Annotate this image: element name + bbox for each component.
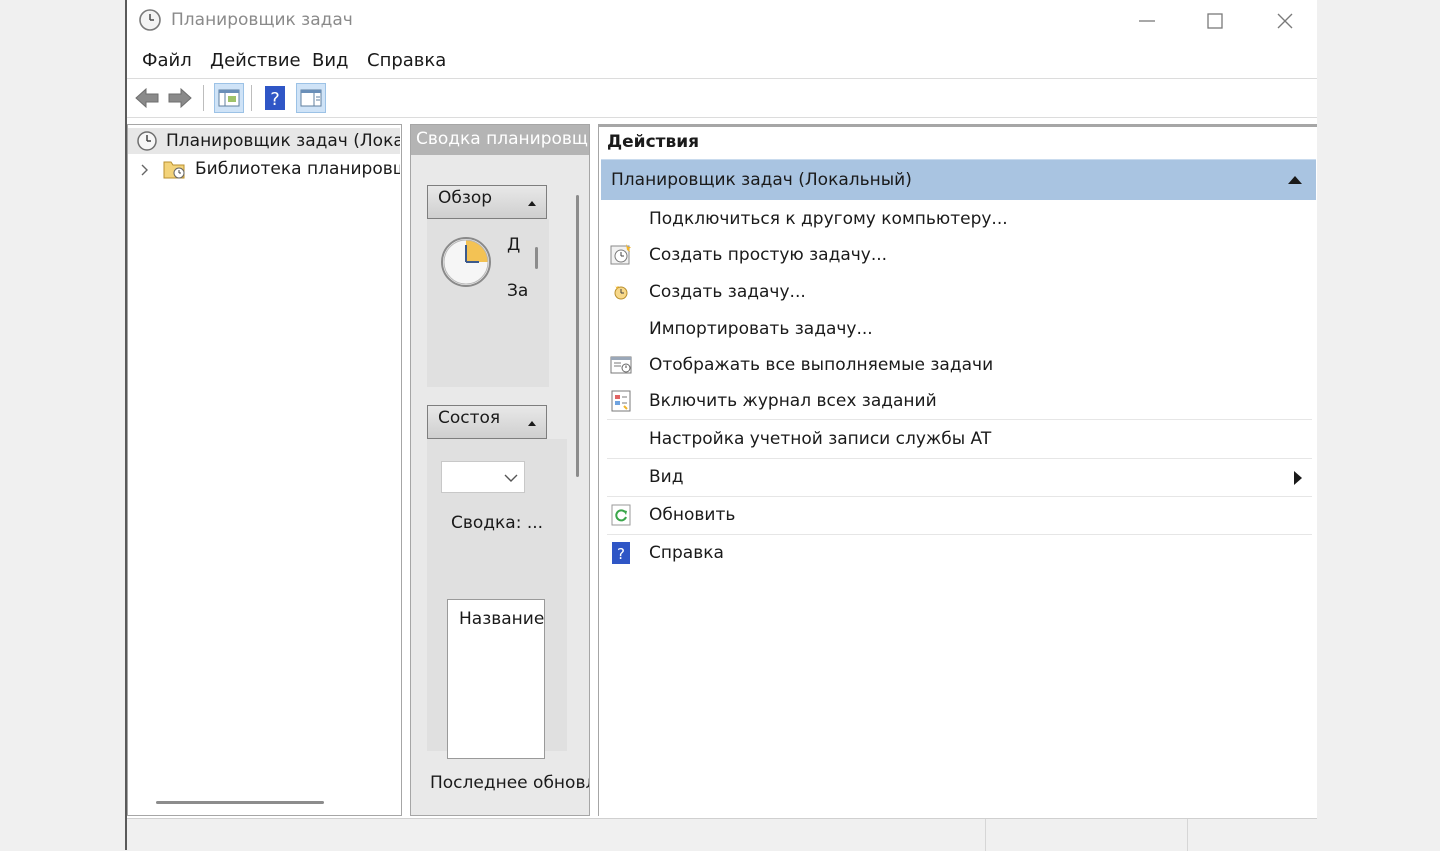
status-bar-divider <box>1187 819 1188 851</box>
task-status-list[interactable]: Название <box>447 599 545 759</box>
status-section-label: Состоя <box>438 408 501 428</box>
action-enable-history[interactable]: Включить журнал всех заданий <box>601 383 1312 419</box>
action-label: Отображать все выполняемые задачи <box>649 355 994 375</box>
submenu-arrow-icon <box>1294 471 1302 485</box>
collapse-caret-icon <box>528 421 536 426</box>
clock-icon <box>137 131 157 151</box>
tree-item-label: Планировщик задач (Локал <box>166 131 400 151</box>
actions-separator <box>607 419 1312 420</box>
task-scheduler-window: Планировщик задач Файл Действие Вид Спра… <box>125 0 1317 851</box>
actions-group-header[interactable]: Планировщик задач (Локальный) <box>601 159 1316 200</box>
action-refresh[interactable]: Обновить <box>601 497 1312 533</box>
arrow-left-icon <box>135 87 159 109</box>
status-period-dropdown[interactable] <box>441 461 525 493</box>
clock-icon <box>441 237 491 287</box>
refresh-icon <box>611 504 631 526</box>
action-label: Включить журнал всех заданий <box>649 391 937 411</box>
actions-pane: Действия Планировщик задач (Локальный) П… <box>598 124 1317 816</box>
action-connect-computer[interactable]: Подключиться к другому компьютеру... <box>601 201 1312 237</box>
status-bar <box>127 818 1317 851</box>
last-update-text: Последнее обновл <box>430 773 590 793</box>
action-import-task[interactable]: Импортировать задачу... <box>601 311 1312 347</box>
svg-text:?: ? <box>270 89 280 110</box>
running-tasks-icon <box>610 356 632 374</box>
overview-section-header[interactable]: Обзор <box>427 185 547 219</box>
summary-text: Сводка: ... <box>451 513 544 533</box>
menu-view[interactable]: Вид <box>312 50 349 71</box>
tree-item-scheduler-library[interactable]: Библиотека планировщ <box>128 156 400 182</box>
status-section-header[interactable]: Состоя <box>427 405 547 439</box>
action-view-submenu[interactable]: Вид <box>601 459 1312 495</box>
collapse-arrow-icon[interactable] <box>1288 176 1302 184</box>
minimize-button[interactable] <box>1117 4 1177 38</box>
svg-text:?: ? <box>617 545 625 563</box>
tree-item-label: Библиотека планировщ <box>195 159 400 179</box>
toolbar: ? <box>127 79 1317 118</box>
action-label: Импортировать задачу... <box>649 319 873 339</box>
close-button[interactable] <box>1255 4 1315 38</box>
scheduler-summary-pane: Сводка планировщи Обзор Д За Состоя Свод… <box>410 124 590 816</box>
history-log-icon <box>611 390 631 412</box>
action-at-service-account[interactable]: Настройка учетной записи службы AT <box>601 421 1312 457</box>
overview-section-label: Обзор <box>438 188 493 208</box>
collapse-caret-icon <box>528 201 536 206</box>
overview-section-body: Д За <box>427 219 549 387</box>
forward-button[interactable] <box>165 83 195 113</box>
action-label: Создать задачу... <box>649 282 806 302</box>
summary-header: Сводка планировщи <box>411 125 590 155</box>
horizontal-scrollbar[interactable] <box>156 801 324 804</box>
action-help[interactable]: ? Справка <box>601 535 1312 571</box>
window-title: Планировщик задач <box>171 10 353 30</box>
chevron-down-icon <box>504 474 518 482</box>
console-tree-icon <box>218 89 240 107</box>
create-basic-task-icon <box>610 244 631 265</box>
summary-header-label: Сводка планировщи <box>416 129 590 149</box>
show-hide-console-tree-button[interactable] <box>214 83 244 113</box>
menu-help[interactable]: Справка <box>367 50 446 71</box>
action-label: Подключиться к другому компьютеру... <box>649 209 1008 229</box>
column-header-name[interactable]: Название <box>459 609 544 629</box>
maximize-button[interactable] <box>1185 4 1245 38</box>
status-bar-divider <box>985 819 986 851</box>
action-create-basic-task[interactable]: Создать простую задачу... <box>601 237 1312 273</box>
menu-action[interactable]: Действие <box>210 50 301 71</box>
toolbar-separator <box>203 85 204 111</box>
action-label: Обновить <box>649 505 736 525</box>
overview-text: За <box>507 281 529 301</box>
help-icon: ? <box>265 86 285 110</box>
show-hide-action-pane-button[interactable] <box>296 83 326 113</box>
actions-group-label: Планировщик задач (Локальный) <box>611 170 912 190</box>
toolbar-separator <box>251 85 252 111</box>
status-section-body: Сводка: ... Название <box>427 439 567 759</box>
action-create-task[interactable]: Создать задачу... <box>601 274 1312 310</box>
help-icon: ? <box>612 542 630 564</box>
folder-clock-icon <box>163 161 185 179</box>
help-toolbar-button[interactable]: ? <box>260 83 290 113</box>
minimize-icon <box>1139 20 1155 22</box>
action-label: Настройка учетной записи службы AT <box>649 429 992 449</box>
menu-bar: Файл Действие Вид Справка <box>127 44 1317 79</box>
clock-icon <box>139 9 161 31</box>
back-button[interactable] <box>132 83 162 113</box>
action-label: Создать простую задачу... <box>649 245 888 265</box>
menu-file[interactable]: Файл <box>142 50 192 71</box>
arrow-right-icon <box>168 87 192 109</box>
tree-item-task-scheduler-local[interactable]: Планировщик задач (Локал <box>128 128 400 154</box>
inner-scrollbar[interactable] <box>535 247 538 269</box>
create-task-icon <box>614 284 628 300</box>
action-label: Справка <box>649 543 724 563</box>
title-bar: Планировщик задач <box>127 0 1317 42</box>
maximize-icon <box>1207 13 1223 29</box>
vertical-scrollbar[interactable] <box>576 195 579 477</box>
close-icon <box>1277 13 1293 29</box>
chevron-right-icon[interactable] <box>140 163 150 177</box>
console-tree-pane: Планировщик задач (Локал Библиотека план… <box>127 124 402 816</box>
action-label: Вид <box>649 467 684 487</box>
overview-text: Д <box>507 235 521 255</box>
action-pane-icon <box>300 89 322 107</box>
action-display-running-tasks[interactable]: Отображать все выполняемые задачи <box>601 347 1312 383</box>
actions-title: Действия <box>607 132 700 152</box>
